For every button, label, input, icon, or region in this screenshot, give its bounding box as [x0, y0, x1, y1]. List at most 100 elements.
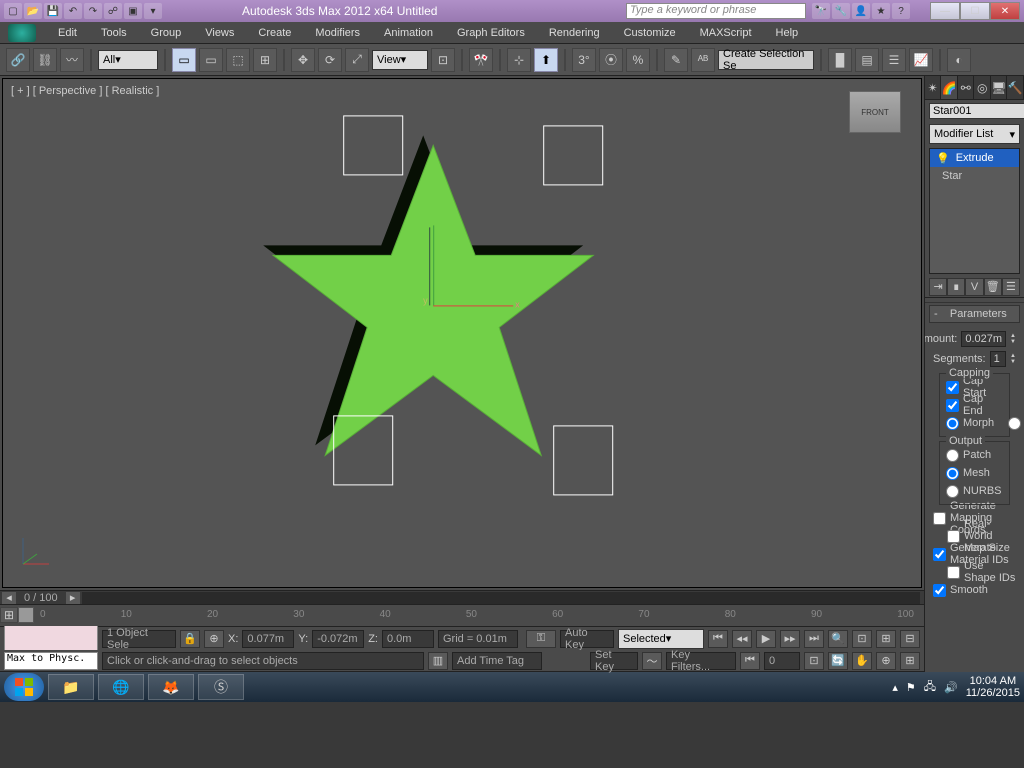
- key-mode-dropdown[interactable]: Selected ▾: [618, 629, 704, 649]
- menu-tools[interactable]: Tools: [91, 24, 137, 42]
- mesh-radio[interactable]: [946, 467, 959, 480]
- gen-matid-checkbox[interactable]: [933, 548, 946, 561]
- prev-frame-icon[interactable]: ◂◂: [732, 630, 752, 648]
- abs-rel-icon[interactable]: ⊕: [204, 630, 224, 648]
- menu-customize[interactable]: Customize: [614, 24, 686, 42]
- tab-motion-icon[interactable]: ◎: [974, 76, 991, 99]
- app-menu-button[interactable]: [8, 24, 36, 42]
- modifier-extrude[interactable]: 💡Extrude: [930, 149, 1019, 167]
- amount-spinner[interactable]: 0.027m: [961, 331, 1006, 347]
- play-icon[interactable]: ▶: [756, 630, 776, 648]
- menu-views[interactable]: Views: [195, 24, 244, 42]
- modifier-list-dropdown[interactable]: Modifier List▾: [929, 124, 1020, 144]
- cap-end-checkbox[interactable]: [946, 399, 959, 412]
- time-config-icon[interactable]: ⊞: [0, 607, 18, 623]
- tab-modify-icon[interactable]: 🌈: [941, 76, 958, 99]
- unique-icon[interactable]: V: [965, 278, 983, 296]
- help-icon[interactable]: ?: [892, 3, 910, 19]
- time-config-button-icon[interactable]: ⊡: [804, 652, 824, 670]
- next-frame-icon[interactable]: ▸▸: [780, 630, 800, 648]
- prev-key-icon[interactable]: ⏮: [740, 652, 760, 670]
- goto-start-icon[interactable]: ⏮: [708, 630, 728, 648]
- select-region-icon[interactable]: ⬚: [226, 48, 250, 72]
- tab-hierarchy-icon[interactable]: ⚯: [958, 76, 975, 99]
- task-explorer-icon[interactable]: 📁: [48, 674, 94, 700]
- material-editor-icon[interactable]: ◐: [947, 48, 971, 72]
- grid-radio[interactable]: [1008, 417, 1021, 430]
- undo-icon[interactable]: ↶: [64, 3, 82, 19]
- help-search-input[interactable]: Type a keyword or phrase: [626, 3, 806, 19]
- menu-graph-editors[interactable]: Graph Editors: [447, 24, 535, 42]
- vp-max-icon[interactable]: ⊞: [900, 652, 920, 670]
- tray-clock[interactable]: 10:04 AM 11/26/2015: [966, 675, 1020, 699]
- snap-3d-icon[interactable]: ⬆: [534, 48, 558, 72]
- menu-edit[interactable]: Edit: [48, 24, 87, 42]
- minimize-button[interactable]: —: [930, 2, 960, 20]
- gen-mapping-checkbox[interactable]: [933, 512, 946, 525]
- maximize-button[interactable]: ☐: [960, 2, 990, 20]
- select-tool-icon[interactable]: ▭: [172, 48, 196, 72]
- use-shapeid-checkbox[interactable]: [947, 566, 960, 579]
- named-selection-dropdown[interactable]: Create Selection Se: [718, 50, 814, 70]
- snap-2d-icon[interactable]: ⊹: [507, 48, 531, 72]
- menu-help[interactable]: Help: [766, 24, 809, 42]
- named-sel-edit-icon[interactable]: ✎: [664, 48, 688, 72]
- start-button[interactable]: [4, 673, 44, 701]
- curve-editor-icon[interactable]: 📈: [909, 48, 933, 72]
- open-icon[interactable]: 📂: [24, 3, 42, 19]
- scroll-left-icon[interactable]: ◂: [2, 592, 16, 604]
- configure-icon[interactable]: ☰: [1002, 278, 1020, 296]
- named-sel-icon[interactable]: ᴬᴮ: [691, 48, 715, 72]
- user-icon[interactable]: 👤: [852, 3, 870, 19]
- vp-rotate-icon[interactable]: 🔄: [828, 652, 848, 670]
- vp-orbit-icon[interactable]: ⊕: [876, 652, 896, 670]
- scale-tool-icon[interactable]: ⤢: [345, 48, 369, 72]
- vp-zoom-all-icon[interactable]: ⊡: [852, 630, 872, 648]
- key-filters-button[interactable]: Key Filters...: [666, 652, 736, 670]
- tray-flag-icon[interactable]: ⚑: [906, 681, 916, 694]
- rotate-tool-icon[interactable]: ⟳: [318, 48, 342, 72]
- vp-pan2-icon[interactable]: ✋: [852, 652, 872, 670]
- mirror-icon[interactable]: ▐▌: [828, 48, 852, 72]
- task-firefox-icon[interactable]: 🦊: [148, 674, 194, 700]
- lock-selection-icon[interactable]: 🔒: [180, 630, 200, 648]
- modifier-stack[interactable]: 💡ExtrudeStar: [929, 148, 1020, 274]
- vp-zoom-icon[interactable]: 🔍: [828, 630, 848, 648]
- tab-display-icon[interactable]: 🖥: [991, 76, 1008, 99]
- percent-snap-icon[interactable]: ⦿: [599, 48, 623, 72]
- angle-snap-icon[interactable]: 3°: [572, 48, 596, 72]
- menu-animation[interactable]: Animation: [374, 24, 443, 42]
- coord-x[interactable]: 0.077m: [242, 630, 294, 648]
- menu-group[interactable]: Group: [141, 24, 192, 42]
- maxscript-listener[interactable]: Max to Physc.: [4, 652, 98, 670]
- select-name-icon[interactable]: ▭: [199, 48, 223, 72]
- manipulator-icon[interactable]: 🎌: [469, 48, 493, 72]
- setkey-button[interactable]: Set Key: [590, 652, 638, 670]
- vp-pan-icon[interactable]: ⊟: [900, 630, 920, 648]
- autokey-button[interactable]: Auto Key: [560, 630, 614, 648]
- task-3dsmax-icon[interactable]: Ⓢ: [198, 674, 244, 700]
- selection-filter-dropdown[interactable]: All ▾: [98, 50, 158, 70]
- coord-z[interactable]: 0.0m: [382, 630, 434, 648]
- pin-stack-icon[interactable]: ⇥: [929, 278, 947, 296]
- task-chrome-icon[interactable]: 🌐: [98, 674, 144, 700]
- new-icon[interactable]: ▢: [4, 3, 22, 19]
- favorite-icon[interactable]: ★: [872, 3, 890, 19]
- ref-coord-dropdown[interactable]: View ▾: [372, 50, 428, 70]
- morph-radio[interactable]: [946, 417, 959, 430]
- cap-start-checkbox[interactable]: [946, 381, 959, 394]
- key-icon[interactable]: ⚿: [526, 630, 556, 648]
- timeline[interactable]: ⊞ 0102030405060708090100: [0, 604, 924, 626]
- viewport-perspective[interactable]: [ + ] [ Perspective ] [ Realistic ] FRON…: [2, 78, 922, 588]
- menu-create[interactable]: Create: [248, 24, 301, 42]
- frame-scrollbar[interactable]: ◂ 0 / 100 ▸: [0, 590, 924, 604]
- coord-y[interactable]: -0.072m: [312, 630, 364, 648]
- viewcube[interactable]: FRONT: [849, 91, 901, 133]
- bind-spacewarp-icon[interactable]: 〰: [60, 48, 84, 72]
- goto-end-icon[interactable]: ⏭: [804, 630, 824, 648]
- menu-rendering[interactable]: Rendering: [539, 24, 610, 42]
- scroll-right-icon[interactable]: ▸: [66, 592, 80, 604]
- parameters-header[interactable]: -Parameters: [929, 305, 1020, 323]
- tray-volume-icon[interactable]: 🔊: [944, 681, 958, 694]
- tab-create-icon[interactable]: ✴: [925, 76, 942, 99]
